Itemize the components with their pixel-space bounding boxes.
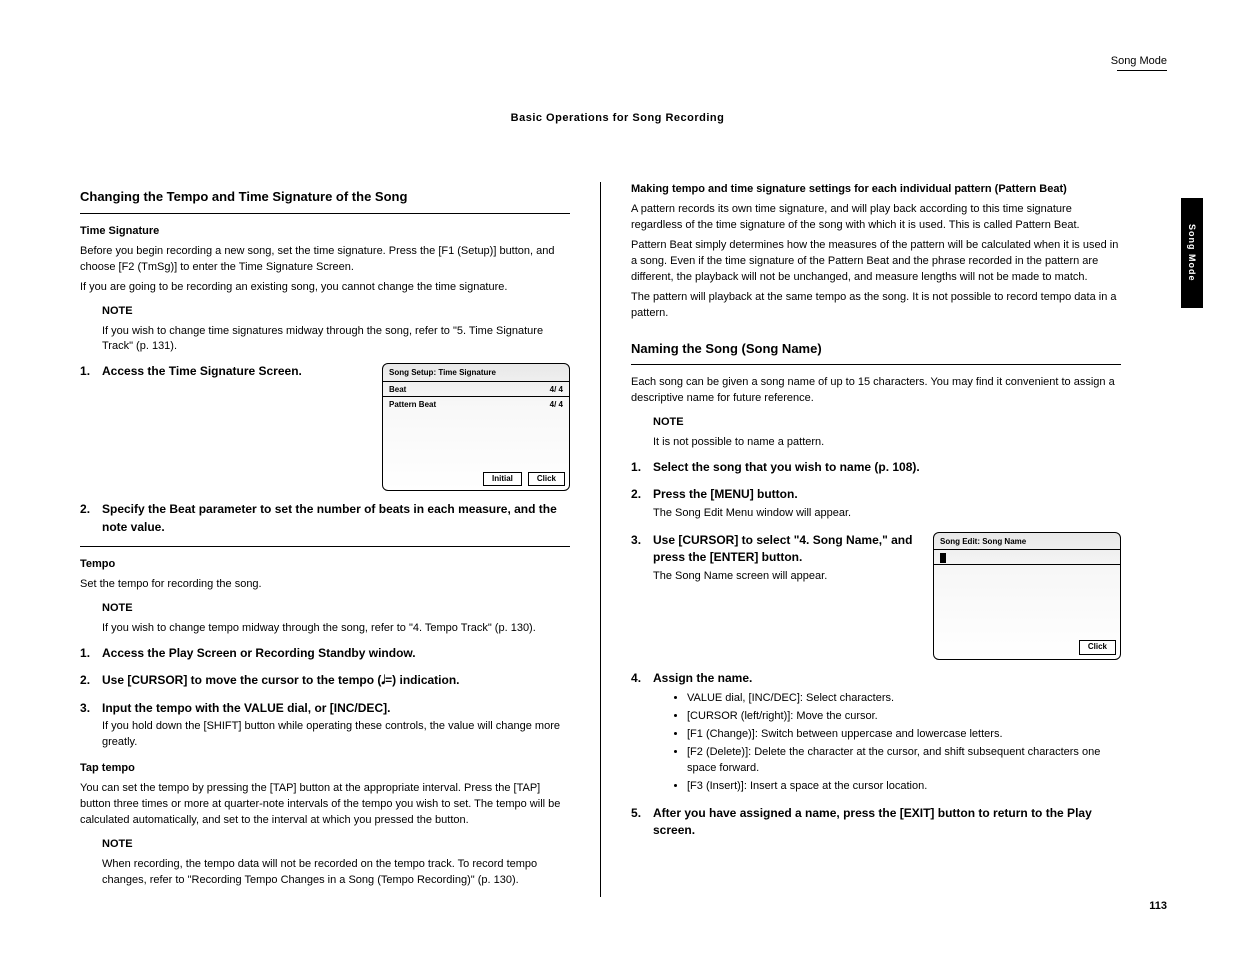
paragraph: Each song can be given a song name of up… — [631, 375, 1121, 407]
list-item: [F2 (Delete)]: Delete the character at t… — [687, 745, 1121, 777]
note-text: When recording, the tempo data will not … — [102, 857, 570, 889]
right-column: Making tempo and time signature settings… — [601, 182, 1121, 897]
step-text: Use [CURSOR] to select "4. Song Name," a… — [653, 533, 912, 564]
step: Use [CURSOR] to move the cursor to the t… — [80, 672, 570, 689]
step-text: Input the tempo with the VALUE dial, or … — [102, 701, 390, 715]
lcd-cursor-icon — [940, 553, 946, 563]
note-label: NOTE — [653, 416, 684, 428]
header-rule — [1117, 70, 1167, 71]
lcd-title: Song Setup: Time Signature — [383, 364, 569, 380]
note-label: NOTE — [102, 602, 133, 614]
content-columns: Changing the Tempo and Time Signature of… — [80, 182, 1172, 897]
paragraph: The pattern will playback at the same te… — [631, 290, 1121, 322]
lcd-screen-song-name: Song Edit: Song Name Click — [933, 532, 1121, 660]
lcd-value: 4/ 4 — [550, 385, 563, 395]
step: Access the Time Signature Screen. Song S… — [80, 363, 570, 491]
page-title: Basic Operations for Song Recording — [80, 112, 1155, 124]
note-text: If you wish to change time signatures mi… — [102, 324, 570, 356]
page-number: 113 — [1149, 900, 1167, 912]
step: Select the song that you wish to name (p… — [631, 459, 1121, 476]
step: Press the [MENU] button. The Song Edit M… — [631, 486, 1121, 521]
step: Input the tempo with the VALUE dial, or … — [80, 700, 570, 751]
lcd-label: Pattern Beat — [389, 400, 436, 410]
list-item: [F1 (Change)]: Switch between uppercase … — [687, 727, 1121, 743]
note-block: NOTE It is not possible to name a patter… — [631, 415, 1121, 451]
side-tab: Song Mode — [1181, 198, 1203, 308]
list-item: [F3 (Insert)]: Insert a space at the cur… — [687, 779, 1121, 795]
lcd-value: 4/ 4 — [550, 400, 563, 410]
paragraph: If you are going to be recording an exis… — [80, 280, 570, 296]
lcd-softkey-click[interactable]: Click — [528, 472, 565, 486]
section-heading-tempo-timesig: Changing the Tempo and Time Signature of… — [80, 188, 570, 207]
subhead-tap-tempo: Tap tempo — [80, 761, 570, 777]
paragraph: Pattern Beat simply determines how the m… — [631, 238, 1121, 286]
breadcrumb: Song Mode — [1111, 55, 1167, 67]
section-rule — [80, 546, 570, 547]
section-rule — [631, 364, 1121, 365]
note-label: NOTE — [102, 838, 133, 850]
paragraph: Set the tempo for recording the song. — [80, 577, 570, 593]
subhead-time-signature: Time Signature — [80, 224, 570, 240]
note-text: If you wish to change tempo midway throu… — [102, 621, 570, 637]
step: Specify the Beat parameter to set the nu… — [80, 501, 570, 536]
step-text: Access the Time Signature Screen. — [102, 363, 368, 380]
lcd-softkey-initial[interactable]: Initial — [483, 472, 522, 486]
step-subnote: The Song Edit Menu window will appear. — [653, 506, 1121, 522]
lcd-screen-time-signature: Song Setup: Time Signature Beat 4/ 4 Pat… — [382, 363, 570, 491]
subhead-tempo: Tempo — [80, 557, 570, 573]
paragraph: A pattern records its own time signature… — [631, 202, 1121, 234]
lcd-softkey-click[interactable]: Click — [1079, 640, 1116, 654]
list-item: [CURSOR (left/right)]: Move the cursor. — [687, 709, 1121, 725]
note-block: NOTE If you wish to change time signatur… — [80, 304, 570, 356]
note-block: NOTE If you wish to change tempo midway … — [80, 601, 570, 637]
step-subnote: If you hold down the [SHIFT] button whil… — [102, 719, 570, 751]
paragraph: Before you begin recording a new song, s… — [80, 244, 570, 276]
note-label: NOTE — [102, 305, 133, 317]
section-heading-song-name: Naming the Song (Song Name) — [631, 340, 1121, 359]
section-rule — [80, 213, 570, 214]
step: After you have assigned a name, press th… — [631, 805, 1121, 840]
step-text: Press the [MENU] button. — [653, 487, 798, 501]
paragraph: You can set the tempo by pressing the [T… — [80, 781, 570, 829]
step-text: Assign the name. — [653, 671, 752, 685]
step: Use [CURSOR] to select "4. Song Name," a… — [631, 532, 1121, 660]
step-subnote: The Song Name screen will appear. — [653, 569, 919, 585]
lcd-label: Beat — [389, 385, 406, 395]
note-block: NOTE When recording, the tempo data will… — [80, 837, 570, 889]
note-text: It is not possible to name a pattern. — [653, 435, 1121, 451]
lcd-title: Song Edit: Song Name — [934, 533, 1120, 549]
step: Access the Play Screen or Recording Stan… — [80, 645, 570, 662]
list-item: VALUE dial, [INC/DEC]: Select characters… — [687, 691, 1121, 707]
left-column: Changing the Tempo and Time Signature of… — [80, 182, 600, 897]
step: Assign the name. VALUE dial, [INC/DEC]: … — [631, 670, 1121, 795]
subhead-pattern-beat: Making tempo and time signature settings… — [631, 182, 1121, 198]
